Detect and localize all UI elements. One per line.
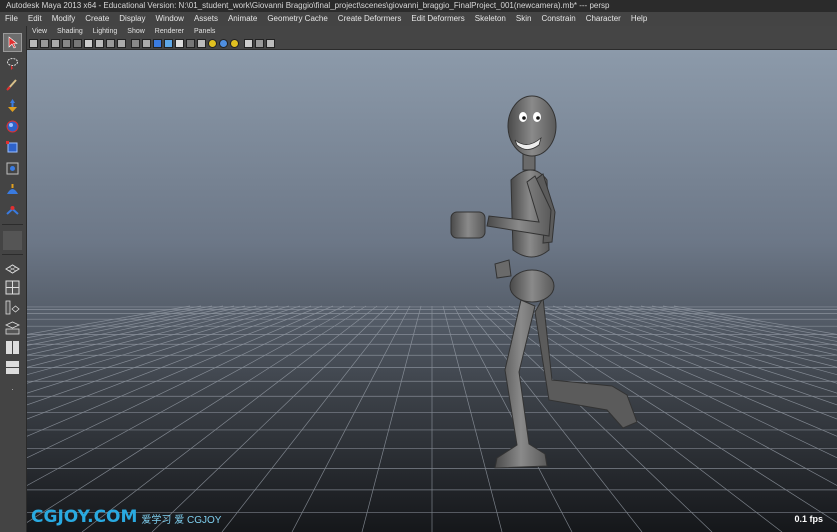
menu-window[interactable]: Window bbox=[151, 12, 189, 26]
menu-animate[interactable]: Animate bbox=[223, 12, 262, 26]
menu-skeleton[interactable]: Skeleton bbox=[470, 12, 511, 26]
xray-joints-icon[interactable] bbox=[255, 38, 264, 48]
menu-display[interactable]: Display bbox=[114, 12, 150, 26]
grid-toggle-icon[interactable] bbox=[73, 38, 82, 48]
two-pane-vertical-layout-icon[interactable] bbox=[3, 338, 22, 357]
menu-file[interactable]: File bbox=[0, 12, 23, 26]
panel-menu-renderer[interactable]: Renderer bbox=[150, 26, 189, 37]
panel-menu-bar: View Shading Lighting Show Renderer Pane… bbox=[27, 26, 837, 37]
two-pane-horizontal-layout-icon[interactable] bbox=[3, 358, 22, 377]
camera-select-icon[interactable] bbox=[29, 38, 38, 48]
last-used-tool-icon[interactable] bbox=[3, 231, 22, 250]
bookmarks-icon[interactable] bbox=[51, 38, 60, 48]
watermark: CG JOY.COM 爱学习 爱 CGJOY bbox=[31, 507, 222, 527]
scale-tool-icon[interactable] bbox=[3, 138, 22, 157]
xray-icon[interactable] bbox=[175, 38, 184, 48]
universal-manipulator-icon[interactable] bbox=[3, 159, 22, 178]
menu-modify[interactable]: Modify bbox=[47, 12, 81, 26]
smooth-shade-icon[interactable] bbox=[153, 38, 162, 48]
toolbox: · bbox=[0, 26, 27, 532]
panel-menu-show[interactable]: Show bbox=[122, 26, 150, 37]
single-perspective-layout-icon[interactable] bbox=[3, 258, 22, 277]
gate-mask-icon[interactable] bbox=[106, 38, 115, 48]
perspective-viewport[interactable]: 0.1 fps CG JOY.COM 爱学习 爱 CGJOY bbox=[27, 50, 837, 532]
high-quality-icon[interactable] bbox=[219, 38, 228, 48]
toolbox-separator bbox=[2, 224, 23, 225]
panel-toolbar bbox=[27, 37, 837, 50]
main-menu-bar: File Edit Modify Create Display Window A… bbox=[0, 12, 837, 26]
show-manipulator-icon[interactable] bbox=[3, 201, 22, 220]
fps-counter: 0.1 fps bbox=[794, 514, 823, 524]
panel-menu-shading[interactable]: Shading bbox=[52, 26, 88, 37]
more-layouts-icon[interactable]: · bbox=[3, 380, 22, 399]
move-tool-icon[interactable] bbox=[3, 96, 22, 115]
wireframe-on-shaded-icon[interactable] bbox=[164, 38, 173, 48]
character-rig[interactable] bbox=[27, 50, 837, 532]
lasso-tool-icon[interactable] bbox=[3, 54, 22, 73]
menu-assets[interactable]: Assets bbox=[189, 12, 223, 26]
display-manipulator-icon[interactable] bbox=[266, 38, 275, 48]
shadows-icon[interactable] bbox=[208, 38, 217, 48]
four-view-layout-icon[interactable] bbox=[3, 278, 22, 297]
graph-editor-layout-icon[interactable] bbox=[3, 318, 22, 337]
use-all-lights-icon[interactable] bbox=[197, 38, 206, 48]
image-plane-icon[interactable] bbox=[62, 38, 71, 48]
camera-attributes-icon[interactable] bbox=[40, 38, 49, 48]
menu-create[interactable]: Create bbox=[80, 12, 114, 26]
panel-menu-lighting[interactable]: Lighting bbox=[88, 26, 123, 37]
wireframe-icon[interactable] bbox=[142, 38, 151, 48]
textured-icon[interactable] bbox=[186, 38, 195, 48]
menu-character[interactable]: Character bbox=[581, 12, 626, 26]
lighting-icon[interactable] bbox=[230, 38, 239, 48]
toolbox-separator bbox=[2, 254, 23, 255]
film-gate-icon[interactable] bbox=[84, 38, 93, 48]
panel-menu-view[interactable]: View bbox=[27, 26, 52, 37]
select-tool-icon[interactable] bbox=[3, 33, 22, 52]
menu-edit-deformers[interactable]: Edit Deformers bbox=[406, 12, 469, 26]
menu-constrain[interactable]: Constrain bbox=[536, 12, 580, 26]
menu-geometry-cache[interactable]: Geometry Cache bbox=[262, 12, 332, 26]
watermark-slogan: 爱学习 爱 CGJOY bbox=[141, 515, 222, 526]
safe-action-icon[interactable] bbox=[131, 38, 140, 48]
resolution-gate-icon[interactable] bbox=[95, 38, 104, 48]
rotate-tool-icon[interactable] bbox=[3, 117, 22, 136]
window-title: Autodesk Maya 2013 x64 - Educational Ver… bbox=[6, 1, 610, 10]
isolate-select-icon[interactable] bbox=[244, 38, 253, 48]
watermark-brand-left: CG bbox=[31, 507, 58, 527]
menu-create-deformers[interactable]: Create Deformers bbox=[333, 12, 407, 26]
menu-skin[interactable]: Skin bbox=[511, 12, 537, 26]
watermark-brand-right: JOY.COM bbox=[57, 507, 138, 527]
title-bar: Autodesk Maya 2013 x64 - Educational Ver… bbox=[0, 0, 837, 12]
menu-edit[interactable]: Edit bbox=[23, 12, 47, 26]
paint-select-tool-icon[interactable] bbox=[3, 75, 22, 94]
outliner-persp-layout-icon[interactable] bbox=[3, 298, 22, 317]
soft-mod-icon[interactable] bbox=[3, 180, 22, 199]
menu-help[interactable]: Help bbox=[626, 12, 652, 26]
panel-menu-panels[interactable]: Panels bbox=[189, 26, 220, 37]
field-chart-icon[interactable] bbox=[117, 38, 126, 48]
